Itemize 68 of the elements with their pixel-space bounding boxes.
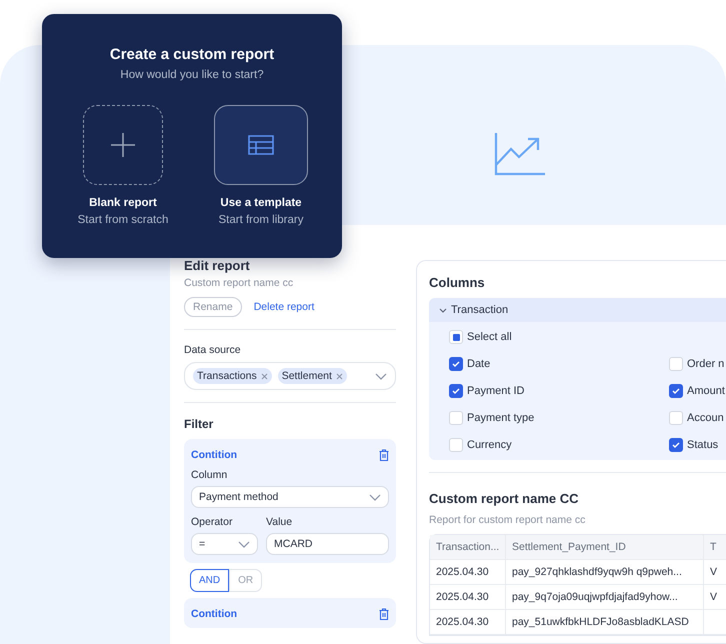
- option-subtitle: Start from library: [218, 214, 304, 226]
- delete-report-link[interactable]: Delete report: [254, 301, 314, 313]
- chevron-down-icon: [238, 540, 250, 548]
- section-title: Filter: [184, 417, 214, 431]
- data-source-select[interactable]: Transactions Settlement: [184, 362, 396, 390]
- checkbox-label: Payment type: [467, 412, 534, 424]
- check-icon: [452, 361, 460, 367]
- trash-icon[interactable]: [379, 608, 389, 620]
- field-label: Data source: [184, 344, 242, 356]
- checkbox-label: Currency: [467, 439, 512, 451]
- report-name: Custom report name cc: [184, 277, 294, 289]
- panel-title: Edit report: [184, 258, 251, 273]
- table-cell: 2025.04.30: [430, 560, 506, 584]
- remove-icon[interactable]: [336, 372, 343, 380]
- checkbox[interactable]: [449, 357, 463, 371]
- condition-title: Contition: [191, 608, 238, 620]
- checkbox-label: Amount: [687, 385, 725, 397]
- table-cell: V: [704, 560, 726, 584]
- field-label: Value: [266, 516, 294, 528]
- logic-toggle[interactable]: AND: [190, 569, 230, 592]
- table-cell: pay_51uwkfbkHLDFJo8asbladKLASD: [506, 610, 704, 634]
- checkbox[interactable]: [449, 384, 463, 398]
- source-tag[interactable]: Settlement: [278, 368, 347, 384]
- line-chart-icon: [494, 132, 546, 176]
- column-header: Settlement_Payment_ID: [506, 535, 704, 559]
- check-icon: [672, 388, 680, 394]
- group-header[interactable]: Transaction: [429, 298, 726, 322]
- field-label: Column: [191, 469, 228, 481]
- checkbox-label: Order n: [687, 358, 724, 370]
- remove-icon[interactable]: [260, 372, 268, 380]
- operator-select[interactable]: =: [191, 533, 258, 555]
- column-select[interactable]: Payment method: [191, 486, 389, 508]
- table-cell: V: [704, 585, 726, 609]
- source-tag[interactable]: Transactions: [193, 368, 272, 384]
- dialog-title: Create a custom report: [108, 46, 276, 63]
- plus-icon: [111, 133, 135, 157]
- section-title: Columns: [429, 275, 486, 290]
- checkbox-label: Select all: [467, 331, 512, 343]
- check-icon: [672, 442, 680, 448]
- dialog-subtitle: How would you like to start?: [119, 69, 265, 81]
- checkbox[interactable]: [669, 438, 683, 452]
- table-cell: pay_9q7oja09uqjwpfdjajfad9yhow...: [506, 585, 704, 609]
- trash-icon[interactable]: [379, 449, 389, 461]
- option-title: Use a template: [220, 197, 302, 209]
- condition-title: Contition: [191, 449, 238, 461]
- chevron-down-icon: [369, 494, 381, 500]
- report-title: Custom report name CC: [429, 491, 580, 506]
- option-subtitle: Start from scratch: [78, 214, 168, 226]
- option-tile[interactable]: [214, 105, 308, 185]
- column-header: T: [704, 535, 726, 559]
- table-icon: [248, 135, 274, 155]
- chevron-down-icon: [375, 372, 387, 380]
- checkbox-label: Payment ID: [467, 385, 524, 397]
- table-cell: 2025.04.30: [430, 610, 506, 634]
- report-description: Report for custom report name cc: [429, 514, 586, 526]
- column-header: Transaction...: [430, 535, 506, 559]
- checkbox-label: Status: [687, 439, 718, 451]
- option-title: Blank report: [89, 197, 157, 209]
- option-tile[interactable]: [83, 105, 163, 185]
- checkbox-label: Date: [467, 358, 490, 370]
- table-cell: pay_927qhklashdf9yqw9h q9pweh...: [506, 560, 704, 584]
- checkbox-label: Accoun: [687, 412, 724, 424]
- checkbox[interactable]: [669, 384, 683, 398]
- value-input[interactable]: MCARD: [266, 533, 389, 555]
- group-title: Transaction: [451, 304, 508, 316]
- field-label: Operator: [191, 516, 234, 528]
- check-icon: [452, 388, 460, 394]
- table-cell: 2025.04.30: [430, 585, 506, 609]
